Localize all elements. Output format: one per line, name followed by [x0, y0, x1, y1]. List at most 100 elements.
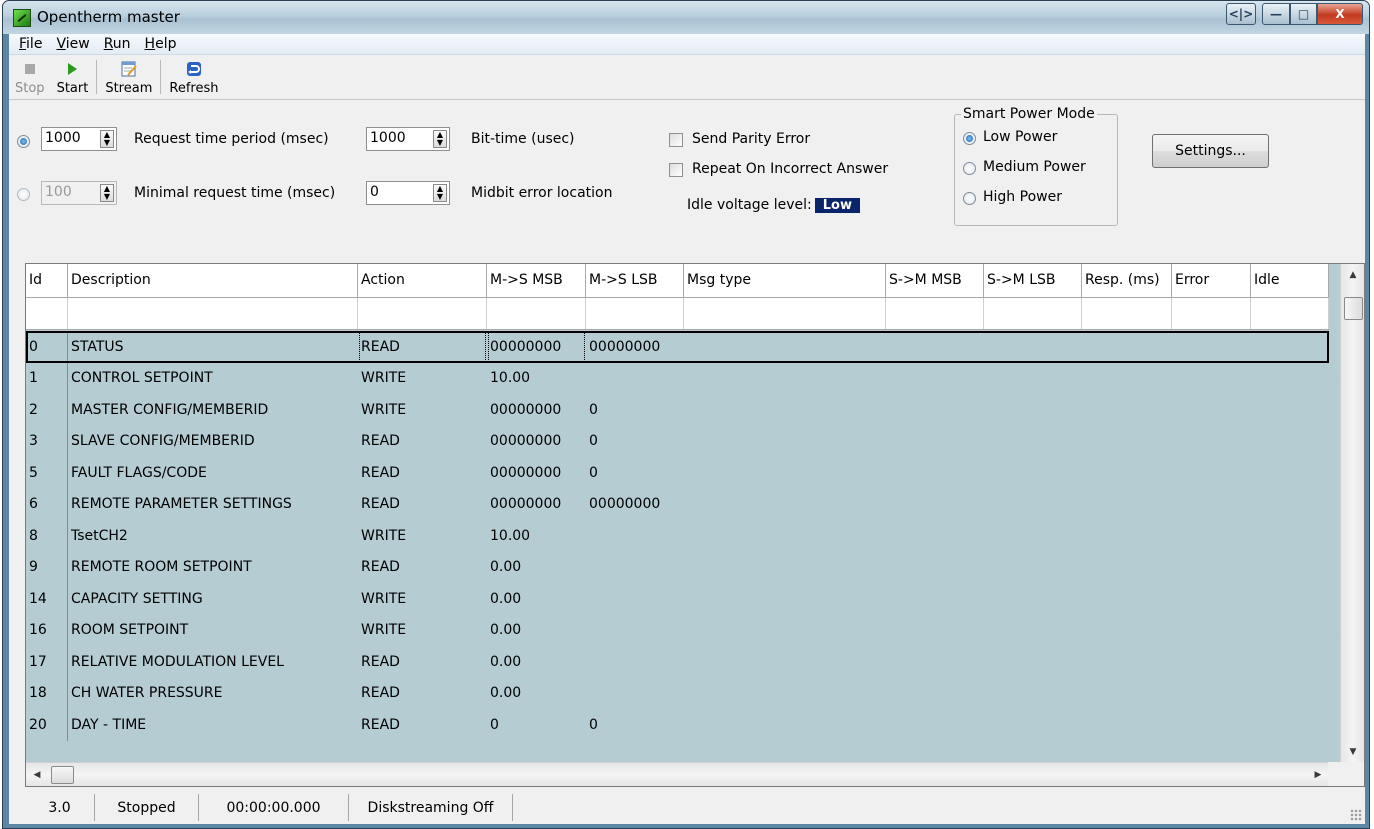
scroll-right-icon[interactable]: ▶ [1307, 763, 1329, 786]
row-action[interactable]: READ [358, 685, 487, 701]
row-id[interactable]: 8 [26, 520, 68, 552]
filter-cell[interactable] [358, 298, 487, 329]
filter-cell[interactable] [487, 298, 586, 329]
column-header-action[interactable]: Action [358, 264, 487, 298]
row-description[interactable]: RELATIVE MODULATION LEVEL [68, 654, 358, 670]
spinner-arrows-icon[interactable]: ▲ ▼ [433, 130, 447, 148]
high-power-radio[interactable] [963, 192, 976, 205]
filter-cell[interactable] [1251, 298, 1329, 329]
menu-view[interactable]: View [49, 36, 96, 52]
table-row[interactable]: 20 DAY - TIME READ 0 0 [26, 709, 1329, 741]
row-ms-msb[interactable]: 0.00 [487, 654, 586, 670]
min-request-spinner[interactable]: 100 ▲ ▼ [41, 181, 117, 205]
row-ms-msb[interactable]: 00000000 [487, 433, 586, 449]
row-description[interactable]: SLAVE CONFIG/MEMBERID [68, 433, 358, 449]
row-ms-msb[interactable]: 0.00 [487, 591, 586, 607]
filter-cell[interactable] [1172, 298, 1251, 329]
row-ms-msb[interactable]: 0.00 [487, 685, 586, 701]
table-row[interactable]: 2 MASTER CONFIG/MEMBERID WRITE 00000000 0 [26, 394, 1329, 426]
row-action[interactable]: READ [358, 465, 487, 481]
row-ms-lsb[interactable]: 00000000 [586, 339, 684, 355]
table-row[interactable]: 16 ROOM SETPOINT WRITE 0.00 [26, 614, 1329, 646]
row-ms-msb[interactable]: 00000000 [487, 331, 586, 363]
filter-cell[interactable] [68, 298, 358, 329]
row-id[interactable]: 18 [26, 677, 68, 709]
menu-file[interactable]: File [12, 36, 49, 52]
column-header-ms-msb[interactable]: M->S MSB [487, 264, 586, 298]
row-id[interactable]: 14 [26, 583, 68, 615]
menu-run[interactable]: Run [97, 36, 138, 52]
bit-time-spinner[interactable]: 1000 ▲ ▼ [366, 127, 450, 151]
midbit-spinner[interactable]: 0 ▲ ▼ [366, 181, 450, 205]
row-action[interactable]: READ [358, 717, 487, 733]
filter-cell[interactable] [586, 298, 684, 329]
row-action[interactable]: READ [358, 559, 487, 575]
horizontal-scroll-thumb[interactable] [51, 766, 74, 784]
table-row[interactable]: 1 CONTROL SETPOINT WRITE 10.00 [26, 362, 1329, 394]
row-description[interactable]: STATUS [68, 339, 358, 355]
row-ms-lsb[interactable]: 0 [586, 465, 684, 481]
row-action[interactable]: READ [358, 654, 487, 670]
column-header-msg-type[interactable]: Msg type [684, 264, 886, 298]
horizontal-scrollbar[interactable]: ◀ ▶ [26, 762, 1329, 786]
row-ms-msb[interactable]: 00000000 [487, 465, 586, 481]
row-action[interactable]: WRITE [358, 370, 487, 386]
close-button[interactable]: X [1317, 3, 1363, 25]
row-id[interactable]: 0 [26, 331, 68, 363]
row-description[interactable]: CH WATER PRESSURE [68, 685, 358, 701]
medium-power-radio[interactable] [963, 162, 976, 175]
table-row[interactable]: 17 RELATIVE MODULATION LEVEL READ 0.00 [26, 646, 1329, 678]
table-row[interactable]: 5 FAULT FLAGS/CODE READ 00000000 0 [26, 457, 1329, 489]
scroll-down-icon[interactable]: ▼ [1341, 741, 1364, 763]
row-id[interactable]: 16 [26, 614, 68, 646]
row-description[interactable]: TsetCH2 [68, 528, 358, 544]
row-action[interactable]: WRITE [358, 528, 487, 544]
table-row[interactable]: 0 STATUS READ 00000000 00000000 [26, 331, 1329, 363]
title-bar[interactable]: Opentherm master <|> — □ X [3, 1, 1369, 34]
maximize-button[interactable]: □ [1290, 3, 1317, 25]
stream-button[interactable]: Stream [99, 55, 158, 99]
table-row[interactable]: 8 TsetCH2 WRITE 10.00 [26, 520, 1329, 552]
column-header-ms-lsb[interactable]: M->S LSB [586, 264, 684, 298]
row-ms-msb[interactable]: 0 [487, 717, 586, 733]
spinner-arrows-icon[interactable]: ▲ ▼ [100, 184, 114, 202]
row-description[interactable]: CAPACITY SETTING [68, 591, 358, 607]
row-id[interactable]: 5 [26, 457, 68, 489]
row-id[interactable]: 20 [26, 709, 68, 741]
min-request-radio[interactable] [17, 188, 30, 201]
split-arrows-icon[interactable]: <|> [1226, 3, 1256, 25]
menu-help[interactable]: Help [138, 36, 184, 52]
filter-cell[interactable] [26, 298, 68, 329]
start-button[interactable]: Start [51, 55, 95, 99]
request-period-spinner[interactable]: 1000 ▲ ▼ [41, 127, 117, 151]
row-ms-msb[interactable]: 10.00 [487, 370, 586, 386]
request-period-radio[interactable] [17, 135, 30, 148]
column-header-id[interactable]: Id [26, 264, 68, 298]
column-header-sm-lsb[interactable]: S->M LSB [984, 264, 1082, 298]
row-id[interactable]: 1 [26, 362, 68, 394]
stop-button[interactable]: Stop [9, 55, 51, 99]
filter-cell[interactable] [886, 298, 984, 329]
row-ms-msb[interactable]: 00000000 [487, 402, 586, 418]
vertical-scrollbar[interactable]: ▲ ▼ [1340, 264, 1364, 763]
row-description[interactable]: CONTROL SETPOINT [68, 370, 358, 386]
filter-cell[interactable] [984, 298, 1082, 329]
row-description[interactable]: REMOTE PARAMETER SETTINGS [68, 496, 358, 512]
row-ms-lsb[interactable]: 0 [586, 717, 684, 733]
minimize-button[interactable]: — [1262, 3, 1290, 25]
table-row[interactable]: 14 CAPACITY SETTING WRITE 0.00 [26, 583, 1329, 615]
send-parity-checkbox[interactable] [669, 133, 683, 147]
row-ms-msb[interactable]: 00000000 [487, 496, 586, 512]
spinner-arrows-icon[interactable]: ▲ ▼ [433, 184, 447, 202]
row-id[interactable]: 9 [26, 551, 68, 583]
row-description[interactable]: DAY - TIME [68, 717, 358, 733]
column-header-resp[interactable]: Resp. (ms) [1082, 264, 1172, 298]
row-description[interactable]: REMOTE ROOM SETPOINT [68, 559, 358, 575]
row-action[interactable]: WRITE [358, 402, 487, 418]
settings-button[interactable]: Settings... [1152, 134, 1269, 168]
row-ms-msb[interactable]: 0.00 [487, 559, 586, 575]
column-header-sm-msb[interactable]: S->M MSB [886, 264, 984, 298]
repeat-checkbox[interactable] [669, 163, 683, 177]
row-id[interactable]: 3 [26, 425, 68, 457]
row-ms-lsb[interactable]: 0 [586, 433, 684, 449]
